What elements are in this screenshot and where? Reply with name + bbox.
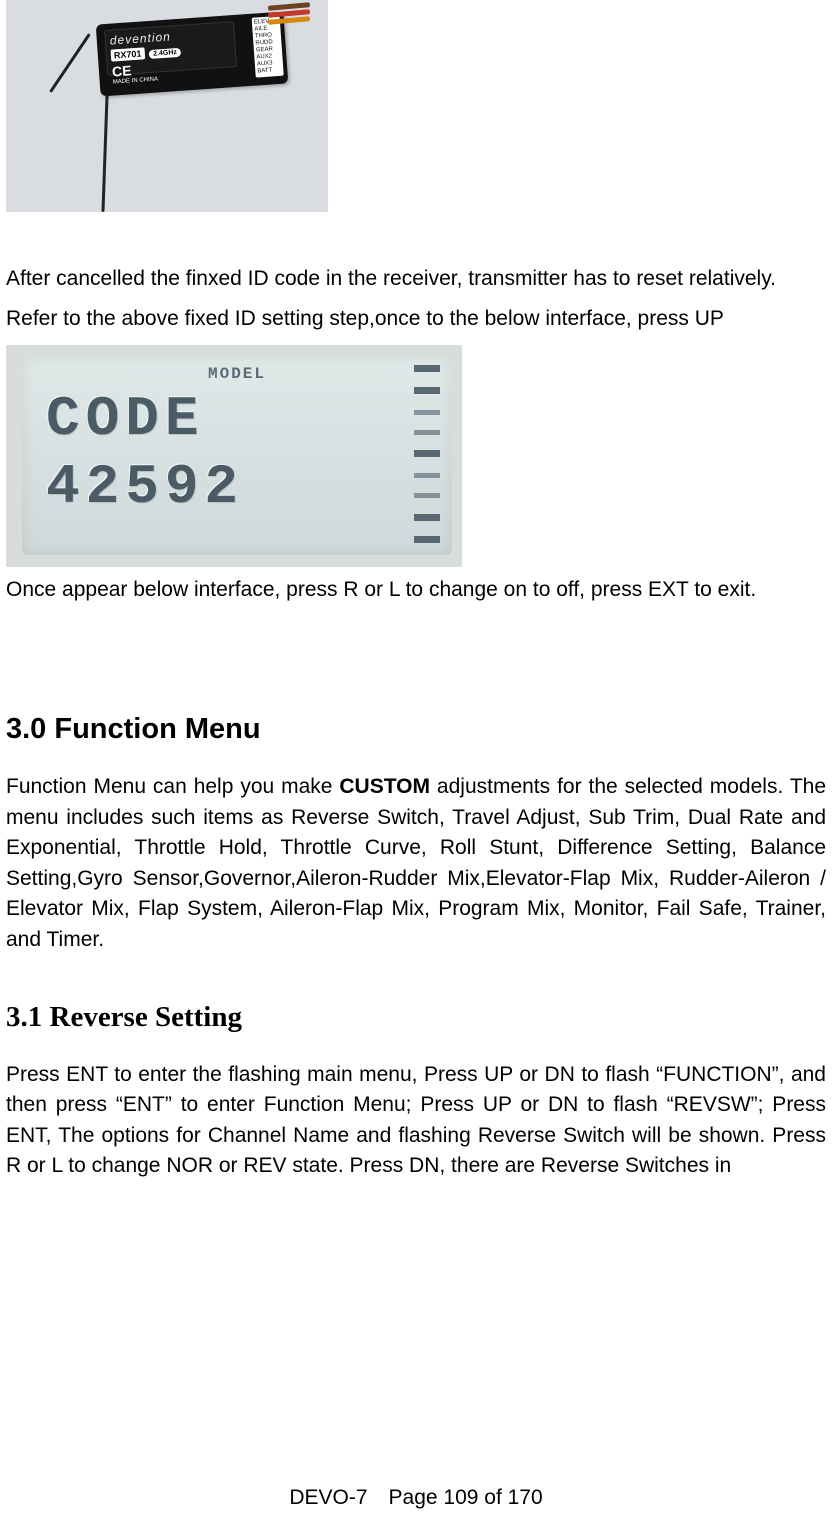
paragraph: After cancelled the finxed ID code in th… bbox=[6, 264, 826, 294]
receiver-freq: 2.4GHz bbox=[149, 48, 181, 59]
paragraph-3-0: Function Menu can help you make CUSTOM a… bbox=[6, 772, 826, 955]
text: Function Menu can help you make bbox=[6, 775, 339, 798]
page-footer: DEVO-7 Page 109 of 170 bbox=[0, 1486, 832, 1510]
receiver-label: devention RX701 2.4GHz CE MADE IN CHINA bbox=[104, 21, 237, 76]
bar-icon bbox=[414, 493, 440, 498]
bar-icon bbox=[414, 450, 440, 457]
bar-icon bbox=[414, 514, 440, 521]
receiver-leads bbox=[268, 4, 324, 28]
bar-icon bbox=[414, 387, 440, 394]
lcd-body: MODEL CODE 42592 bbox=[22, 355, 452, 555]
lcd-photo: MODEL CODE 42592 bbox=[6, 345, 462, 567]
receiver-photo: devention RX701 2.4GHz CE MADE IN CHINA … bbox=[6, 0, 328, 212]
text-bold: CUSTOM bbox=[339, 775, 430, 798]
lcd-display: CODE 42592 bbox=[46, 391, 440, 515]
wire-icon bbox=[268, 16, 310, 25]
text: adjustments for the selected models. The… bbox=[6, 775, 826, 950]
antenna bbox=[101, 82, 109, 212]
bar-icon bbox=[414, 473, 440, 478]
paragraph: Refer to the above fixed ID setting step… bbox=[6, 304, 826, 334]
lcd-line-2: 42592 bbox=[46, 459, 440, 515]
receiver-body: devention RX701 2.4GHz CE MADE IN CHINA … bbox=[96, 12, 289, 97]
receiver-brand: devention bbox=[109, 25, 230, 47]
bar-icon bbox=[414, 536, 440, 543]
bar-icon bbox=[414, 410, 440, 415]
receiver-model: RX701 bbox=[110, 47, 144, 61]
antenna bbox=[49, 33, 91, 93]
bar-icon bbox=[414, 430, 440, 435]
lcd-model-label: MODEL bbox=[22, 365, 452, 383]
lcd-side-bars bbox=[414, 359, 444, 549]
bar-icon bbox=[414, 365, 440, 372]
pin: BATT bbox=[257, 67, 281, 76]
heading-3-0: 3.0 Function Menu bbox=[6, 713, 826, 746]
page: devention RX701 2.4GHz CE MADE IN CHINA … bbox=[0, 0, 832, 1534]
lcd-line-1: CODE bbox=[46, 391, 440, 447]
heading-3-1: 3.1 Reverse Setting bbox=[6, 1001, 826, 1034]
paragraph-3-1: Press ENT to enter the flashing main men… bbox=[6, 1060, 826, 1182]
paragraph: Once appear below interface, press R or … bbox=[6, 575, 826, 605]
